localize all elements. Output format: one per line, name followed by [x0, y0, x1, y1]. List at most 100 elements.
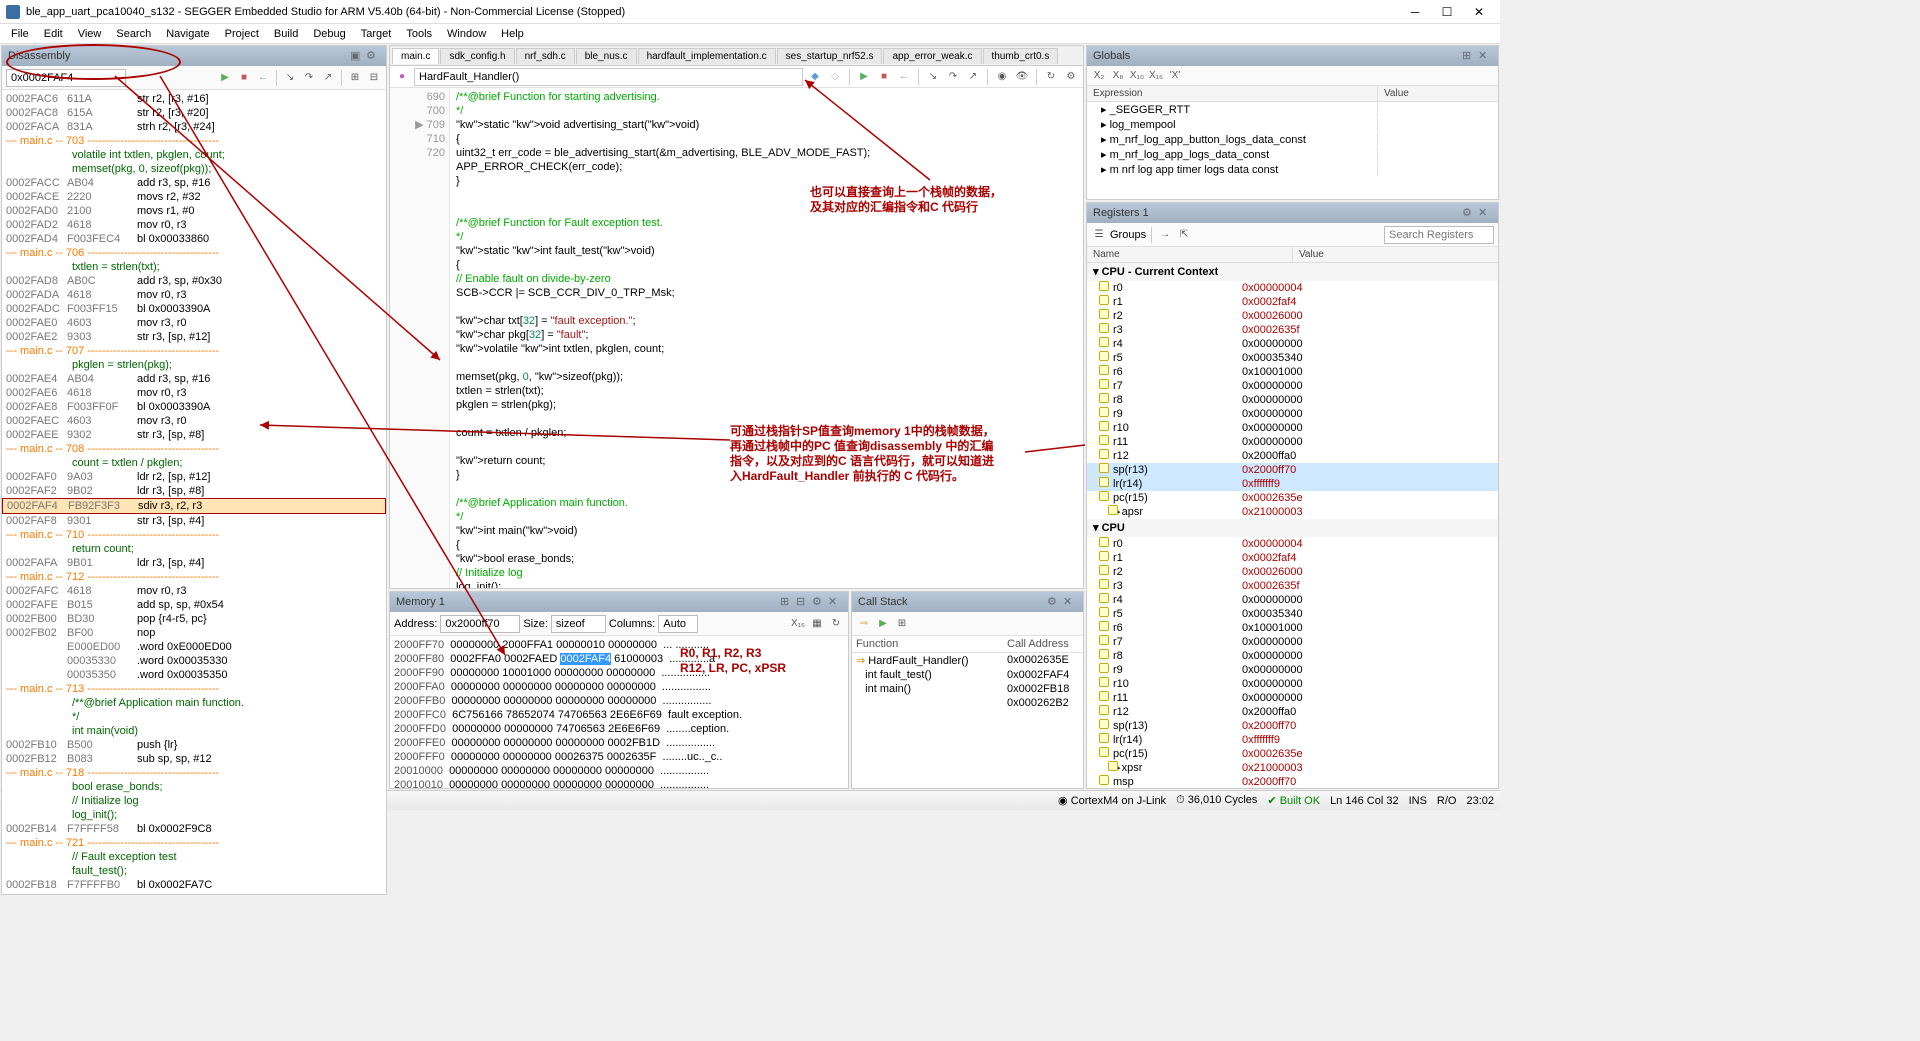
tab-hardfault_implementation-c[interactable]: hardfault_implementation.c: [638, 48, 776, 64]
register-row[interactable]: r70x00000000: [1087, 379, 1498, 393]
global-row[interactable]: ▸ _SEGGER_RTT: [1087, 102, 1498, 117]
cs-opts-icon[interactable]: ⚙: [1047, 595, 1061, 609]
register-search-input[interactable]: [1384, 226, 1494, 244]
reg-export-icon[interactable]: ⇱: [1176, 227, 1192, 243]
register-row[interactable]: r40x00000000: [1087, 337, 1498, 351]
register-row[interactable]: r30x0002635f: [1087, 323, 1498, 337]
register-row[interactable]: lr(r14)0xfffffff9: [1087, 733, 1498, 747]
stop-icon[interactable]: ■: [236, 70, 252, 86]
disasm-row[interactable]: count = txtlen / pkglen;: [2, 456, 386, 470]
register-row[interactable]: r110x00000000: [1087, 435, 1498, 449]
disasm-row[interactable]: fault_test();: [2, 864, 386, 878]
disassembly-listing[interactable]: 0002FAC6611Astr r2, [r3, #16]0002FAC8615…: [2, 90, 386, 894]
settings-icon[interactable]: ⚙: [1063, 69, 1079, 85]
disasm-row[interactable]: volatile int txtlen, pkglen, count;: [2, 148, 386, 162]
fmt-x16-icon[interactable]: X₁₆: [1148, 68, 1164, 84]
fmt-x8-icon[interactable]: X₈: [1110, 68, 1126, 84]
menu-search[interactable]: Search: [110, 26, 157, 42]
disasm-row[interactable]: 00035350.word 0x00035350: [2, 668, 386, 682]
tab-ses_startup_nrf52-s[interactable]: ses_startup_nrf52.s: [777, 48, 883, 64]
disasm-row[interactable]: 0002FB10B500push {lr}: [2, 738, 386, 752]
register-row[interactable]: r90x00000000: [1087, 663, 1498, 677]
disasm-row[interactable]: 0002FAD02100movs r1, #0: [2, 204, 386, 218]
register-row[interactable]: r100x00000000: [1087, 421, 1498, 435]
register-row[interactable]: r20x00026000: [1087, 565, 1498, 579]
menu-window[interactable]: Window: [441, 26, 492, 42]
memory-row[interactable]: 2000FFB0 00000000 00000000 00000000 0000…: [394, 694, 844, 708]
register-row[interactable]: r10x0002faf4: [1087, 551, 1498, 565]
disasm-row[interactable]: 0002FAE4AB04add r3, sp, #16: [2, 372, 386, 386]
register-section[interactable]: ▾ CPU: [1087, 519, 1498, 537]
disasm-row[interactable]: 0002FADCF003FF15bl 0x0003390A: [2, 302, 386, 316]
disasm-row[interactable]: --- main.c -- 718 ----------------------…: [2, 766, 386, 780]
disasm-row[interactable]: 0002FAEC4603mov r3, r0: [2, 414, 386, 428]
callstack-row[interactable]: ⇒ HardFault_Handler()0x0002635E: [852, 653, 1083, 668]
mem-close-icon[interactable]: ✕: [828, 595, 842, 609]
run-icon[interactable]: ▶: [856, 69, 872, 85]
fmt-x10-icon[interactable]: X₁₀: [1129, 68, 1145, 84]
breakpoint-icon[interactable]: ◉: [994, 69, 1010, 85]
register-row[interactable]: r00x00000004: [1087, 281, 1498, 295]
fmt-char-icon[interactable]: 'X': [1167, 68, 1183, 84]
menu-project[interactable]: Project: [219, 26, 265, 42]
menu-help[interactable]: Help: [495, 26, 530, 42]
memory-row[interactable]: 2000FFF0 00000000 00000000 00026375 0002…: [394, 750, 844, 764]
register-row[interactable]: pc(r15)0x0002635e: [1087, 747, 1498, 761]
disasm-row[interactable]: // Fault exception test: [2, 850, 386, 864]
refresh-icon[interactable]: ↻: [1043, 69, 1059, 85]
maximize-button[interactable]: ☐: [1432, 2, 1462, 22]
disasm-row[interactable]: memset(pkg, 0, sizeof(pkg));: [2, 162, 386, 176]
memory-row[interactable]: 2000FFA0 00000000 00000000 00000000 0000…: [394, 680, 844, 694]
memory-row[interactable]: 2000FFD0 00000000 00000000 74706563 2E6E…: [394, 722, 844, 736]
disasm-row[interactable]: /**@brief Application main function.: [2, 696, 386, 710]
disasm-row[interactable]: 0002FAD4F003FEC4bl 0x00033860: [2, 232, 386, 246]
menu-file[interactable]: File: [5, 26, 35, 42]
disasm-row[interactable]: bool erase_bonds;: [2, 780, 386, 794]
step-over-icon[interactable]: ↷: [945, 69, 961, 85]
step-out-icon[interactable]: ↗: [320, 70, 336, 86]
register-row[interactable]: r90x00000000: [1087, 407, 1498, 421]
fmt-x2-icon[interactable]: X₂: [1091, 68, 1107, 84]
memory-size-input[interactable]: [551, 615, 606, 633]
register-row[interactable]: r120x2000ffa0: [1087, 705, 1498, 719]
disasm-row[interactable]: --- main.c -- 703 ----------------------…: [2, 134, 386, 148]
disasm-row[interactable]: 0002FACA831Astrh r2, [r3, #24]: [2, 120, 386, 134]
register-row[interactable]: r110x00000000: [1087, 691, 1498, 705]
global-row[interactable]: ▸ m_nrf_log_app_button_logs_data_const: [1087, 132, 1498, 147]
tab-main-c[interactable]: main.c: [392, 48, 439, 64]
register-row[interactable]: r100x00000000: [1087, 677, 1498, 691]
menu-edit[interactable]: Edit: [38, 26, 69, 42]
global-row[interactable]: ▸ log_mempool: [1087, 117, 1498, 132]
global-row[interactable]: ▸ m_nrf_log_app_logs_data_const: [1087, 147, 1498, 162]
register-row[interactable]: r80x00000000: [1087, 393, 1498, 407]
disasm-row[interactable]: --- main.c -- 707 ----------------------…: [2, 344, 386, 358]
back-icon[interactable]: ←: [896, 69, 912, 85]
disasm-row[interactable]: return count;: [2, 542, 386, 556]
register-row[interactable]: r30x0002635f: [1087, 579, 1498, 593]
register-row[interactable]: r120x2000ffa0: [1087, 449, 1498, 463]
disasm-row[interactable]: int main(void): [2, 724, 386, 738]
step-into-icon[interactable]: ↘: [282, 70, 298, 86]
disasm-row[interactable]: 0002FAF89301str r3, [sp, #4]: [2, 514, 386, 528]
cs-frame-icon[interactable]: ⊞: [894, 616, 910, 632]
register-row[interactable]: r50x00035340: [1087, 607, 1498, 621]
disasm-row[interactable]: 0002FACCAB04add r3, sp, #16: [2, 176, 386, 190]
close-button[interactable]: ✕: [1464, 2, 1494, 22]
back-icon[interactable]: ←: [255, 70, 271, 86]
step-out-icon[interactable]: ↗: [965, 69, 981, 85]
disasm-row[interactable]: 0002FB18F7FFFFB0bl 0x0002FA7C: [2, 878, 386, 892]
register-row[interactable]: r60x10001000: [1087, 621, 1498, 635]
register-row[interactable]: sp(r13)0x2000ff70: [1087, 463, 1498, 477]
disasm-row[interactable]: */: [2, 710, 386, 724]
disasm-row[interactable]: 0002FB00BD30pop {r4-r5, pc}: [2, 612, 386, 626]
disasm-row[interactable]: 0002FAEE9302str r3, [sp, #8]: [2, 428, 386, 442]
memory-row[interactable]: 2000FF70 00000000 2000FFA1 00000010 0000…: [394, 638, 844, 652]
register-row[interactable]: pc(r15)0x0002635e: [1087, 491, 1498, 505]
memory-row[interactable]: 2000FFC0 6C756166 78652074 74706563 2E6E…: [394, 708, 844, 722]
disasm-row[interactable]: 0002FAF29B02ldr r3, [sp, #8]: [2, 484, 386, 498]
cs-run-icon[interactable]: ▶: [875, 616, 891, 632]
callstack-row[interactable]: int main()0x0002FB18: [852, 682, 1083, 696]
watch-icon[interactable]: 👁: [1014, 69, 1030, 85]
menu-tools[interactable]: Tools: [400, 26, 438, 42]
register-row[interactable]: r60x10001000: [1087, 365, 1498, 379]
